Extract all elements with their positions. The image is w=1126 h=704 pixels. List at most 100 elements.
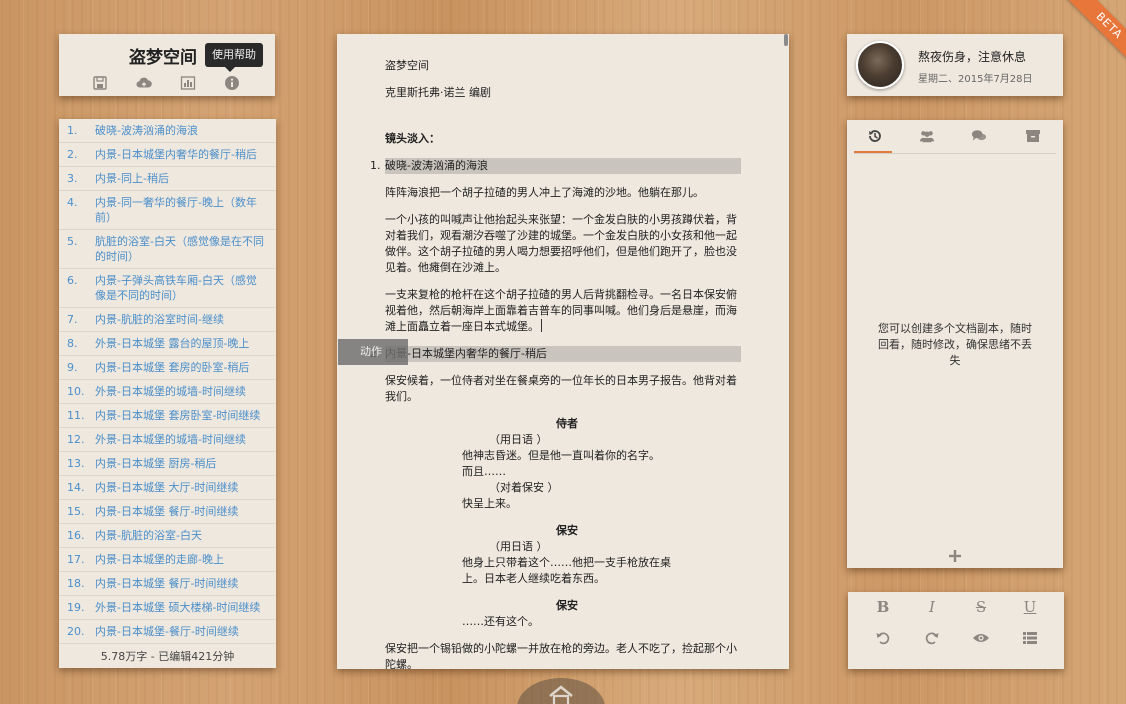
save-icon[interactable] [92, 75, 108, 91]
script-document[interactable]: 盗梦空间 克里斯托弗·诺兰 编剧 镜头淡入： 1. 破晓-波涛汹涌的海浪 阵阵海… [370, 58, 741, 669]
undo-icon[interactable] [873, 628, 893, 648]
scene-title: 外景-日本城堡 露台的屋顶-晚上 [95, 337, 250, 350]
scene-title: 内景-同上-稍后 [95, 172, 169, 185]
scene-title: 内景-日本城堡 套房卧室-时间继续 [95, 409, 261, 422]
beta-label: BETA [1063, 0, 1126, 72]
list-icon[interactable] [1020, 628, 1040, 648]
scene-list-item[interactable]: 19. 外景-日本城堡 硕大楼梯-时间继续 [59, 596, 276, 620]
scene-list-item[interactable]: 17. 内景-日本城堡的走廊-晚上 [59, 548, 276, 572]
scene-list-item[interactable]: 4. 内景-同一奢华的餐厅-晚上（数年前） [59, 191, 276, 230]
scene-list-item[interactable]: 1. 破晓-波涛汹涌的海浪 [59, 119, 276, 143]
scene-list-item[interactable]: 2. 内景-日本城堡内奢华的餐厅-稍后 [59, 143, 276, 167]
scene-list-item[interactable]: 7. 内景-肮脏的浴室时间-继续 [59, 308, 276, 332]
eye-icon[interactable] [971, 628, 991, 648]
scene-number: 10. [67, 385, 85, 398]
dialogue: 他身上只带着这个……他把一支手枪放在桌上。日本老人继续吃着东西。 [462, 556, 671, 585]
action-text: 一支来复枪的枪杆在这个胡子拉碴的男人后背挑翻检寻。一名日本保安俯视着他，然后朝海… [385, 288, 737, 333]
doc-title: 盗梦空间 [385, 59, 429, 72]
archive-icon[interactable] [1025, 128, 1041, 144]
action-paragraph: 保安把一个锡铅做的小陀螺一并放在枪的旁边。老人不吃了，捡起那个小陀螺。 [385, 642, 737, 669]
scene-list-item[interactable]: 6. 内景-子弹头高铁车厢-白天（感觉像是不同的时间） [59, 269, 276, 308]
versions-empty-message: 您可以创建多个文档副本，随时回看，随时修改，确保思绪不丢失 [878, 322, 1032, 367]
dialogue: 而且…… [462, 465, 506, 478]
action-paragraph: 一个小孩的叫喊声让他抬起头来张望：一个金发白肤的小男孩蹲伏着，背对着我们，观看潮… [385, 213, 737, 274]
format-toolbar: B I S U [848, 592, 1064, 669]
doc-transition: 镜头淡入： [385, 132, 440, 145]
editor-scrollbar[interactable] [784, 34, 788, 46]
underline-button[interactable]: U [1020, 597, 1040, 617]
character-name: 保安 [556, 599, 578, 612]
scene-number: 2. [67, 148, 78, 161]
scene-list-item[interactable]: 16. 内景-肮脏的浴室-白天 [59, 524, 276, 548]
chat-icon[interactable] [971, 128, 987, 144]
scene-heading[interactable]: 1. 破晓-波涛汹涌的海浪 [370, 158, 741, 174]
scene-title: 外景-日本城堡 硕大楼梯-时间继续 [95, 601, 261, 614]
scene-title: 内景-日本城堡内奢华的餐厅-稍后 [95, 148, 257, 161]
scene-title: 外景-日本城堡的城墙-时间继续 [95, 433, 246, 446]
scene-list-item[interactable]: 8. 外景-日本城堡 露台的屋顶-晚上 [59, 332, 276, 356]
scene-list-item[interactable]: 15. 内景-日本城堡 餐厅-时间继续 [59, 500, 276, 524]
scene-number: 17. [67, 553, 85, 566]
scene-heading-text: 破晓-波涛汹涌的海浪 [385, 159, 488, 172]
scene-list-item[interactable]: 18. 内景-日本城堡 餐厅-时间继续 [59, 572, 276, 596]
character-name: 侍者 [556, 417, 578, 430]
scene-heading[interactable]: 2. 内景-日本城堡内奢华的餐厅-稍后 [370, 346, 741, 362]
scene-number: 20. [67, 625, 85, 638]
scene-list-item[interactable]: 3. 内景-同上-稍后 [59, 167, 276, 191]
redo-icon[interactable] [922, 628, 942, 648]
dialogue: 他神志昏迷。但是他一直叫着你的名字。 [462, 449, 660, 462]
scene-list-item[interactable]: 20. 内景-日本城堡-餐厅-时间继续 [59, 620, 276, 644]
parenthetical: （用日语 ） [489, 540, 548, 553]
help-tooltip: 使用帮助 [205, 43, 263, 72]
history-icon[interactable] [867, 128, 883, 144]
doc-author: 克里斯托弗·诺兰 编剧 [385, 86, 491, 99]
avatar[interactable] [856, 41, 904, 89]
profile-status: 熬夜伤身，注意休息 [918, 50, 1027, 64]
document-title-card: 盗梦空间 使用帮助 [59, 34, 275, 96]
scene-list-item[interactable]: 12. 外景-日本城堡的城墙-时间继续 [59, 428, 276, 452]
scene-number: 18. [67, 577, 85, 590]
profile-card: 熬夜伤身，注意休息 星期二、2015年7月28日 [847, 34, 1063, 96]
chart-icon[interactable] [180, 75, 196, 91]
scene-title: 肮脏的浴室-白天（感觉像是在不同的时间） [95, 235, 264, 263]
scene-list-item[interactable]: 13. 内景-日本城堡 厨房-稍后 [59, 452, 276, 476]
scene-list-item[interactable]: 5. 肮脏的浴室-白天（感觉像是在不同的时间） [59, 230, 276, 269]
scene-title: 内景-日本城堡 餐厅-时间继续 [95, 577, 239, 590]
scene-title: 外景-日本城堡的城墙-时间继续 [95, 385, 246, 398]
users-icon[interactable] [919, 128, 935, 144]
text-caret [541, 319, 542, 332]
scene-title: 内景-日本城堡 套房的卧室-稍后 [95, 361, 250, 374]
scene-title: 内景-日本城堡的走廊-晚上 [95, 553, 224, 566]
scene-number: 16. [67, 529, 85, 542]
element-type-tab[interactable]: 动作 [338, 339, 408, 365]
scene-title: 破晓-波涛汹涌的海浪 [95, 124, 198, 137]
scene-heading-number: 1. [370, 159, 381, 172]
info-icon[interactable] [224, 75, 240, 91]
scene-number: 7. [67, 313, 78, 326]
versions-panel: 您可以创建多个文档副本，随时回看，随时修改，确保思绪不丢失 [847, 120, 1063, 568]
plus-icon[interactable] [947, 548, 963, 564]
scene-number: 8. [67, 337, 78, 350]
cloud-upload-icon[interactable] [136, 75, 152, 91]
scene-number: 15. [67, 505, 85, 518]
scene-list-item[interactable]: 14. 内景-日本城堡 大厅-时间继续 [59, 476, 276, 500]
home-button[interactable] [517, 678, 605, 704]
scene-number: 4. [67, 196, 78, 209]
scene-number: 11. [67, 409, 85, 422]
character-name: 保安 [556, 524, 578, 537]
profile-date: 星期二、2015年7月28日 [918, 74, 1033, 85]
scene-list-item[interactable]: 9. 内景-日本城堡 套房的卧室-稍后 [59, 356, 276, 380]
scene-title: 内景-日本城堡-餐厅-时间继续 [95, 625, 239, 638]
word-count-status: 5.78万字 - 已编辑421分钟 [100, 650, 235, 663]
scene-list-item[interactable]: 11. 内景-日本城堡 套房卧室-时间继续 [59, 404, 276, 428]
scene-title: 内景-子弹头高铁车厢-白天（感觉像是不同的时间） [95, 274, 257, 302]
scene-list-panel: 1. 破晓-波涛汹涌的海浪 2. 内景-日本城堡内奢华的餐厅-稍后 3. 内景-同上-稍后… [59, 119, 276, 668]
strikethrough-button[interactable]: S [971, 597, 991, 617]
parenthetical: （用日语 ） [489, 433, 548, 446]
bold-button[interactable]: B [873, 597, 893, 617]
scene-number: 12. [67, 433, 85, 446]
scene-list-item[interactable]: 10. 外景-日本城堡的城墙-时间继续 [59, 380, 276, 404]
dialogue: ……还有这个。 [462, 615, 539, 628]
scene-heading-text: 内景-日本城堡内奢华的餐厅-稍后 [385, 347, 547, 360]
italic-button[interactable]: I [922, 597, 942, 617]
